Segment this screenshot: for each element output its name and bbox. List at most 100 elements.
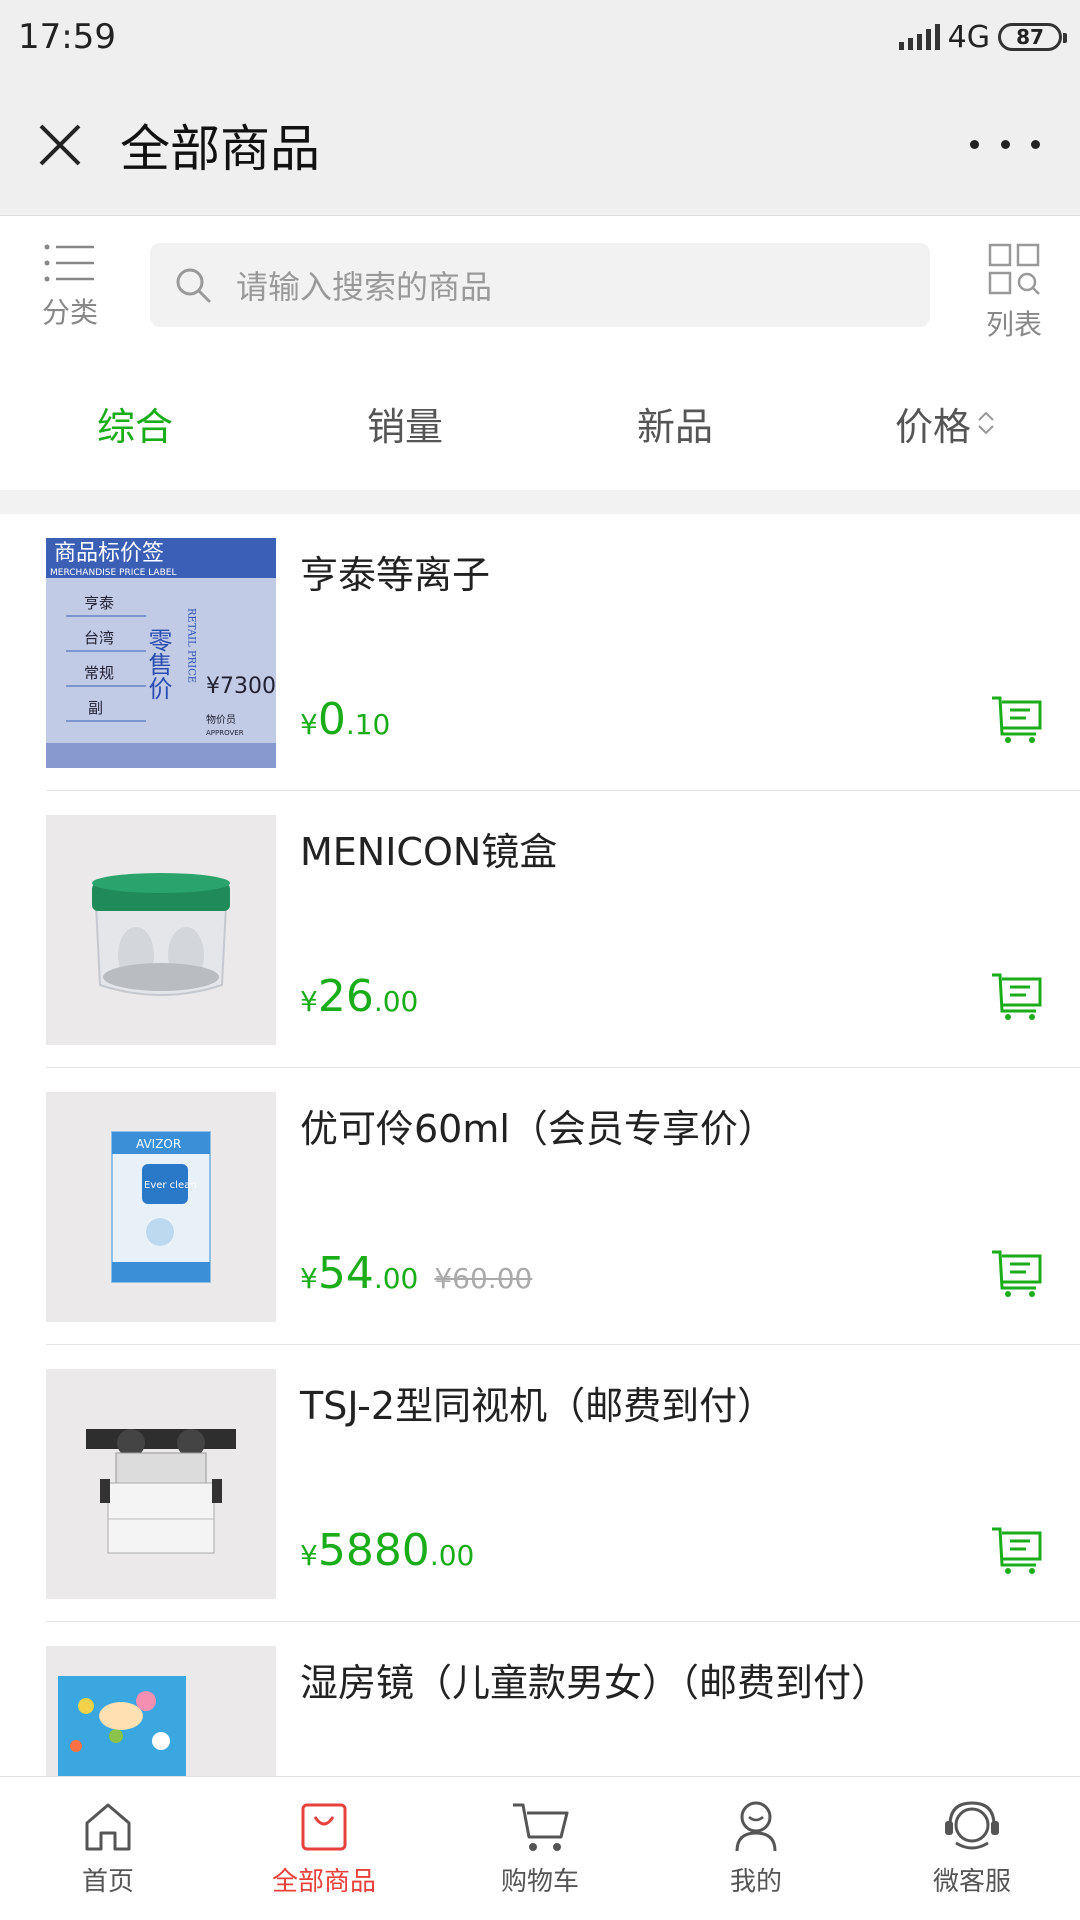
title-bar: 全部商品: [0, 74, 1080, 216]
label-approver-en: APPROVER: [206, 729, 244, 737]
section-divider: [0, 490, 1080, 514]
add-to-cart-button[interactable]: [990, 971, 1044, 1021]
solution-box-image: AVIZOR Ever clean: [46, 1092, 276, 1322]
sort-arrows-icon: [977, 411, 995, 435]
page: 17:59 4G 87 全部商品 分类 请输入搜索的商品 列表 综合 销量 新品…: [0, 0, 1080, 1920]
price-currency: ¥: [300, 708, 318, 741]
product-item[interactable]: TSJ-2型同视机（邮费到付） ¥5880.00: [46, 1345, 1080, 1622]
product-price: ¥54.00 ¥60.00: [300, 1248, 532, 1299]
label-row: 常规: [84, 664, 114, 682]
synoptophore-image: [46, 1369, 276, 1599]
nav-all-products[interactable]: 全部商品: [216, 1777, 432, 1920]
product-name[interactable]: MENICON镜盒: [300, 821, 557, 876]
tab-price[interactable]: 价格: [810, 357, 1080, 489]
moisture-goggles-image: [46, 1646, 276, 1776]
nav-customer-service[interactable]: 微客服: [864, 1777, 1080, 1920]
product-name[interactable]: 优可伶60ml（会员专享价）: [300, 1098, 776, 1153]
more-dot: [970, 139, 979, 149]
product-image[interactable]: AVIZOR Ever clean: [46, 1092, 276, 1322]
price-currency: ¥: [300, 1539, 318, 1572]
status-bar: 17:59 4G 87: [0, 0, 1080, 74]
add-to-cart-button[interactable]: [990, 694, 1044, 744]
nav-label: 购物车: [500, 1867, 579, 1897]
headset-icon: [945, 1801, 999, 1850]
status-time: 17:59: [18, 17, 116, 57]
more-dot: [1000, 139, 1010, 149]
add-to-cart-icon: [992, 1527, 1042, 1574]
price-label-image: 商品标价签 MERCHANDISE PRICE LABEL 亨泰 台湾 常规 副…: [46, 538, 276, 768]
price-decimal: .00: [373, 1262, 419, 1295]
tab-comprehensive[interactable]: 综合: [0, 357, 270, 489]
home-icon: [85, 1803, 131, 1851]
price-integer: 0: [317, 694, 346, 745]
add-to-cart-icon: [992, 973, 1042, 1020]
add-to-cart-button[interactable]: [990, 1525, 1044, 1575]
product-price: ¥26.00: [300, 971, 418, 1022]
lens-case-image: [46, 815, 276, 1045]
list-view-button[interactable]: 列表: [974, 243, 1054, 343]
nav-mine[interactable]: 我的: [648, 1777, 864, 1920]
tab-sales[interactable]: 销量: [270, 357, 540, 489]
battery-icon: 87: [998, 23, 1067, 51]
tab-label: 价格: [894, 404, 971, 449]
tab-new[interactable]: 新品: [540, 357, 810, 489]
product-image[interactable]: [46, 1646, 276, 1776]
nav-home[interactable]: 首页: [0, 1777, 216, 1920]
product-image[interactable]: [46, 815, 276, 1045]
price-decimal: .10: [345, 708, 391, 741]
label-subheader: MERCHANDISE PRICE LABEL: [50, 568, 176, 578]
network-type: 4G: [947, 19, 990, 55]
grid-view-icon: [988, 243, 1040, 295]
label-row: 亨泰: [84, 594, 114, 612]
nav-label: 首页: [81, 1867, 134, 1897]
price-integer: 5880: [317, 1525, 430, 1576]
original-price: ¥60.00: [434, 1262, 533, 1295]
more-button[interactable]: [970, 124, 1040, 164]
menu-list-icon: [44, 244, 94, 282]
label-amount: ¥7300: [206, 674, 276, 699]
battery-level: 87: [1016, 25, 1044, 49]
price-decimal: .00: [373, 985, 419, 1018]
tab-label: 综合: [96, 404, 173, 449]
box-brand: AVIZOR: [136, 1137, 181, 1151]
signal-icon: [898, 24, 940, 50]
search-row: 分类 请输入搜索的商品 列表: [0, 217, 1080, 357]
add-to-cart-icon: [992, 1250, 1042, 1297]
label-row: 副: [88, 699, 103, 717]
nav-label: 全部商品: [271, 1867, 376, 1897]
product-list: 商品标价签 MERCHANDISE PRICE LABEL 亨泰 台湾 常规 副…: [0, 514, 1080, 1776]
product-name[interactable]: 湿房镜（儿童款男女）（邮费到付）: [300, 1652, 889, 1707]
search-input[interactable]: 请输入搜索的商品: [150, 243, 930, 327]
status-indicators: 4G 87: [898, 19, 1067, 55]
nav-label: 我的: [729, 1867, 782, 1897]
label-retail: RETAIL PRICE: [186, 608, 197, 683]
cart-icon: [513, 1803, 569, 1851]
nav-cart[interactable]: 购物车: [432, 1777, 648, 1920]
more-dot: [1031, 139, 1040, 149]
product-image[interactable]: 商品标价签 MERCHANDISE PRICE LABEL 亨泰 台湾 常规 副…: [46, 538, 276, 768]
product-item[interactable]: AVIZOR Ever clean 优可伶60ml（会员专享价） ¥54.00 ¥…: [46, 1068, 1080, 1345]
list-view-label: 列表: [985, 308, 1042, 341]
product-image[interactable]: [46, 1369, 276, 1599]
add-to-cart-button[interactable]: [990, 1248, 1044, 1298]
product-item[interactable]: 商品标价签 MERCHANDISE PRICE LABEL 亨泰 台湾 常规 副…: [46, 514, 1080, 791]
category-label: 分类: [41, 296, 98, 329]
close-icon: [39, 124, 81, 165]
nav-label: 微客服: [932, 1867, 1011, 1897]
product-name[interactable]: TSJ-2型同视机（邮费到付）: [300, 1375, 775, 1430]
tab-label: 销量: [366, 404, 443, 449]
sort-tabs: 综合 销量 新品 价格: [0, 357, 1080, 489]
product-item[interactable]: MENICON镜盒 ¥26.00: [46, 791, 1080, 1068]
user-icon: [735, 1801, 777, 1852]
product-item[interactable]: 湿房镜（儿童款男女）（邮费到付）: [46, 1622, 1080, 1776]
product-name[interactable]: 亨泰等离子: [300, 544, 490, 599]
label-header: 商品标价签: [54, 541, 164, 566]
label-big: 零售价: [144, 628, 172, 700]
category-button[interactable]: 分类: [30, 243, 110, 343]
label-approver: 物价员: [206, 713, 236, 726]
price-integer: 54: [317, 1248, 374, 1299]
product-price: ¥5880.00: [300, 1525, 474, 1576]
bottom-nav: 首页 全部商品 购物车 我的 微客服: [0, 1776, 1080, 1920]
close-button[interactable]: [0, 74, 120, 216]
product-price: ¥0.10: [300, 694, 390, 745]
